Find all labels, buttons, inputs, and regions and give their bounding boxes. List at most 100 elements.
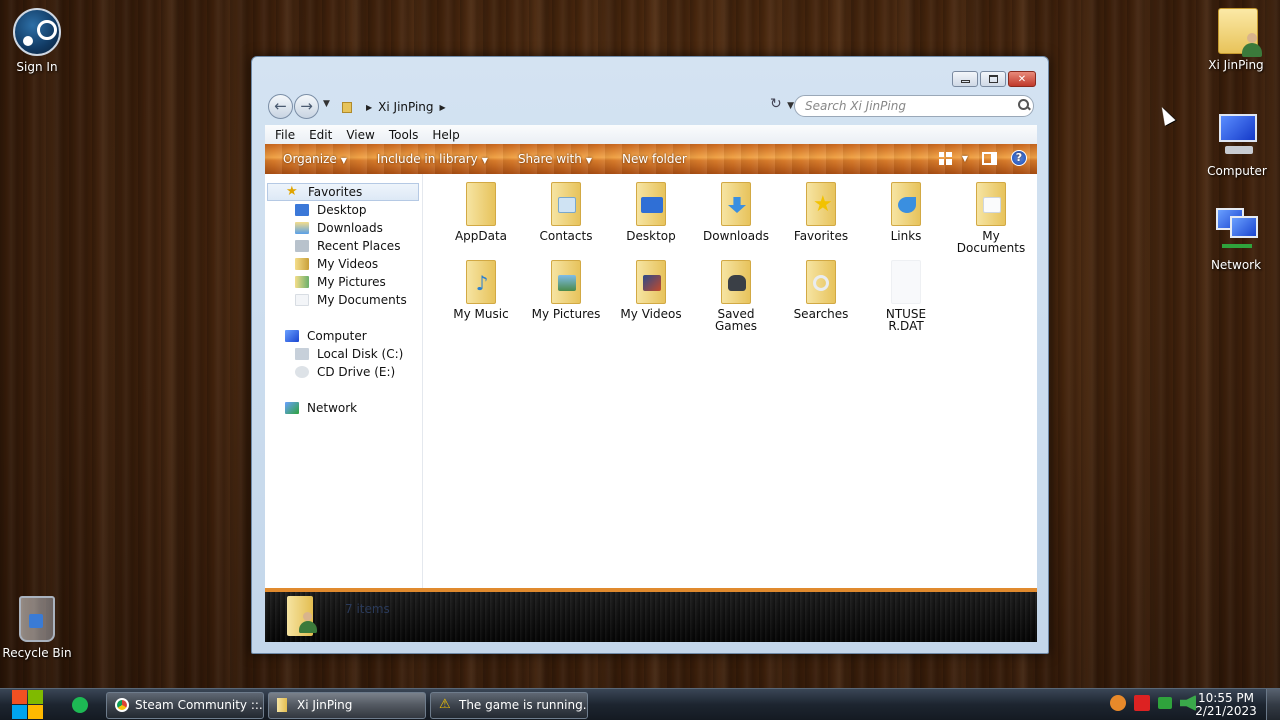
computer-icon: [1213, 112, 1261, 160]
desktop-icon-user-folder[interactable]: Xi JinPing: [1200, 6, 1272, 72]
forward-button[interactable]: →: [294, 94, 319, 119]
nav-my-videos[interactable]: My Videos: [295, 257, 378, 271]
minimize-button[interactable]: [952, 71, 978, 87]
file-item[interactable]: NTUSER.DAT: [865, 260, 947, 332]
file-item[interactable]: Desktop: [610, 182, 692, 242]
search-placeholder: Search Xi JinPing: [805, 99, 906, 113]
maximize-button[interactable]: [980, 71, 1006, 87]
breadcrumb-item[interactable]: Xi JinPing: [378, 100, 433, 114]
search-input[interactable]: Search Xi JinPing: [794, 95, 1034, 117]
nav-desktop[interactable]: Desktop: [295, 203, 367, 217]
file-item[interactable]: My Pictures: [525, 260, 607, 320]
action-center-flag-icon[interactable]: [1134, 695, 1150, 711]
nav-my-pictures[interactable]: My Pictures: [295, 275, 386, 289]
recent-pages-dropdown[interactable]: ▼: [323, 99, 330, 109]
taskbar-chrome[interactable]: Steam Community ::...: [106, 692, 264, 719]
search-icon[interactable]: [1017, 98, 1029, 110]
spotify-icon[interactable]: [72, 697, 88, 713]
nav-downloads[interactable]: Downloads: [295, 221, 383, 235]
file-name: Searches: [793, 307, 849, 321]
explorer-window: ✕ ← → ▼ ▶ Xi JinPing ▶ ▼ ↻ Search Xi Jin…: [251, 56, 1049, 654]
desktop-icon-label: Network: [1210, 258, 1262, 272]
desktop-icon-steam[interactable]: Sign In: [1, 8, 73, 74]
back-button[interactable]: ←: [268, 94, 293, 119]
user-icon: [299, 612, 317, 634]
file-name: My Pictures: [531, 307, 601, 321]
nav-favorites[interactable]: ★ Favorites: [267, 183, 419, 201]
new-folder-button[interactable]: New folder: [622, 152, 687, 166]
navigation-pane: ★ Favorites Desktop Downloads Recent Plac…: [265, 174, 423, 588]
menu-edit[interactable]: Edit: [309, 128, 332, 142]
nav-network[interactable]: Network: [285, 401, 357, 415]
organize-button[interactable]: Organize ▼: [283, 152, 347, 166]
nav-label: My Documents: [317, 293, 407, 307]
address-bar[interactable]: ▶ Xi JinPing ▶ ▼: [338, 95, 794, 119]
file-name: Favorites: [793, 229, 849, 243]
music-folder-icon: ♪: [466, 260, 496, 304]
preview-pane-button[interactable]: [982, 151, 997, 165]
file-item[interactable]: ♪ My Music: [440, 260, 522, 320]
taskbar: Steam Community ::... Xi JinPing ⚠ The g…: [0, 688, 1280, 720]
menu-tools[interactable]: Tools: [389, 128, 419, 142]
system-tray: [1110, 695, 1196, 711]
file-item[interactable]: My Documents: [950, 182, 1032, 254]
maximize-icon: [988, 75, 998, 83]
views-icon: [938, 151, 952, 165]
address-dropdown-icon[interactable]: ▼: [787, 101, 794, 111]
documents-folder-icon: [976, 182, 1006, 226]
desktop-icon-computer[interactable]: Computer: [1201, 112, 1273, 178]
clock[interactable]: 10:55 PM 2/21/2023: [1190, 692, 1262, 718]
nav-my-documents[interactable]: My Documents: [295, 293, 407, 307]
taskbar-explorer[interactable]: Xi JinPing: [268, 692, 426, 719]
nav-label: Downloads: [317, 221, 383, 235]
nav-computer[interactable]: Computer: [285, 329, 367, 343]
file-name: My Videos: [620, 307, 682, 321]
chrome-icon: [115, 698, 129, 712]
file-item[interactable]: ★ Favorites: [780, 182, 862, 242]
menu-view[interactable]: View: [346, 128, 374, 142]
file-name: Saved Games: [715, 307, 757, 333]
file-item[interactable]: AppData: [440, 182, 522, 242]
nav-recent-places[interactable]: Recent Places: [295, 239, 400, 253]
file-item[interactable]: Links: [865, 182, 947, 242]
share-with-button[interactable]: Share with ▼: [518, 152, 592, 166]
show-desktop-button[interactable]: [1266, 689, 1280, 720]
change-view-button[interactable]: ▼: [938, 151, 968, 165]
mouse-cursor-icon: [1156, 104, 1176, 126]
file-name: My Documents: [956, 229, 1026, 255]
file-item[interactable]: Contacts: [525, 182, 607, 242]
videos-folder-icon: [636, 260, 666, 304]
file-item[interactable]: My Videos: [610, 260, 692, 320]
file-name: Contacts: [539, 229, 593, 243]
nav-cd-drive[interactable]: CD Drive (E:): [295, 365, 395, 379]
searches-folder-icon: [806, 260, 836, 304]
file-item[interactable]: Downloads: [695, 182, 777, 242]
hard-drive-icon: [295, 348, 309, 360]
network-tray-icon[interactable]: [1158, 697, 1172, 709]
computer-icon: [285, 330, 299, 342]
chevron-down-icon: ▼: [585, 156, 592, 165]
view-controls: ▼ ?: [938, 150, 1027, 166]
desktop-icon-recycle-bin[interactable]: Recycle Bin: [1, 596, 73, 660]
favorites-folder-icon: ★: [806, 182, 836, 226]
chevron-right-icon[interactable]: ▶: [440, 103, 446, 112]
start-button[interactable]: [10, 689, 44, 720]
file-item[interactable]: Saved Games: [695, 260, 777, 332]
task-label: Xi JinPing: [297, 698, 353, 712]
help-button[interactable]: ?: [1011, 150, 1027, 166]
nav-local-disk[interactable]: Local Disk (C:): [295, 347, 403, 361]
menu-help[interactable]: Help: [432, 128, 459, 142]
details-pane: 7 items: [265, 588, 1037, 642]
desktop-icon-label: Xi JinPing: [1208, 58, 1264, 72]
show-hidden-icons-icon[interactable]: [1110, 695, 1126, 711]
nav-label: Recent Places: [317, 239, 401, 253]
chevron-right-icon[interactable]: ▶: [366, 103, 372, 112]
file-item[interactable]: Searches: [780, 260, 862, 320]
refresh-button[interactable]: ↻: [770, 96, 782, 112]
include-in-library-button[interactable]: Include in library ▼: [377, 152, 488, 166]
folder-icon: [466, 182, 496, 226]
desktop-icon-network[interactable]: Network: [1200, 206, 1272, 272]
taskbar-game[interactable]: ⚠ The game is running...: [430, 692, 588, 719]
menu-file[interactable]: File: [275, 128, 295, 142]
close-button[interactable]: ✕: [1008, 71, 1036, 87]
